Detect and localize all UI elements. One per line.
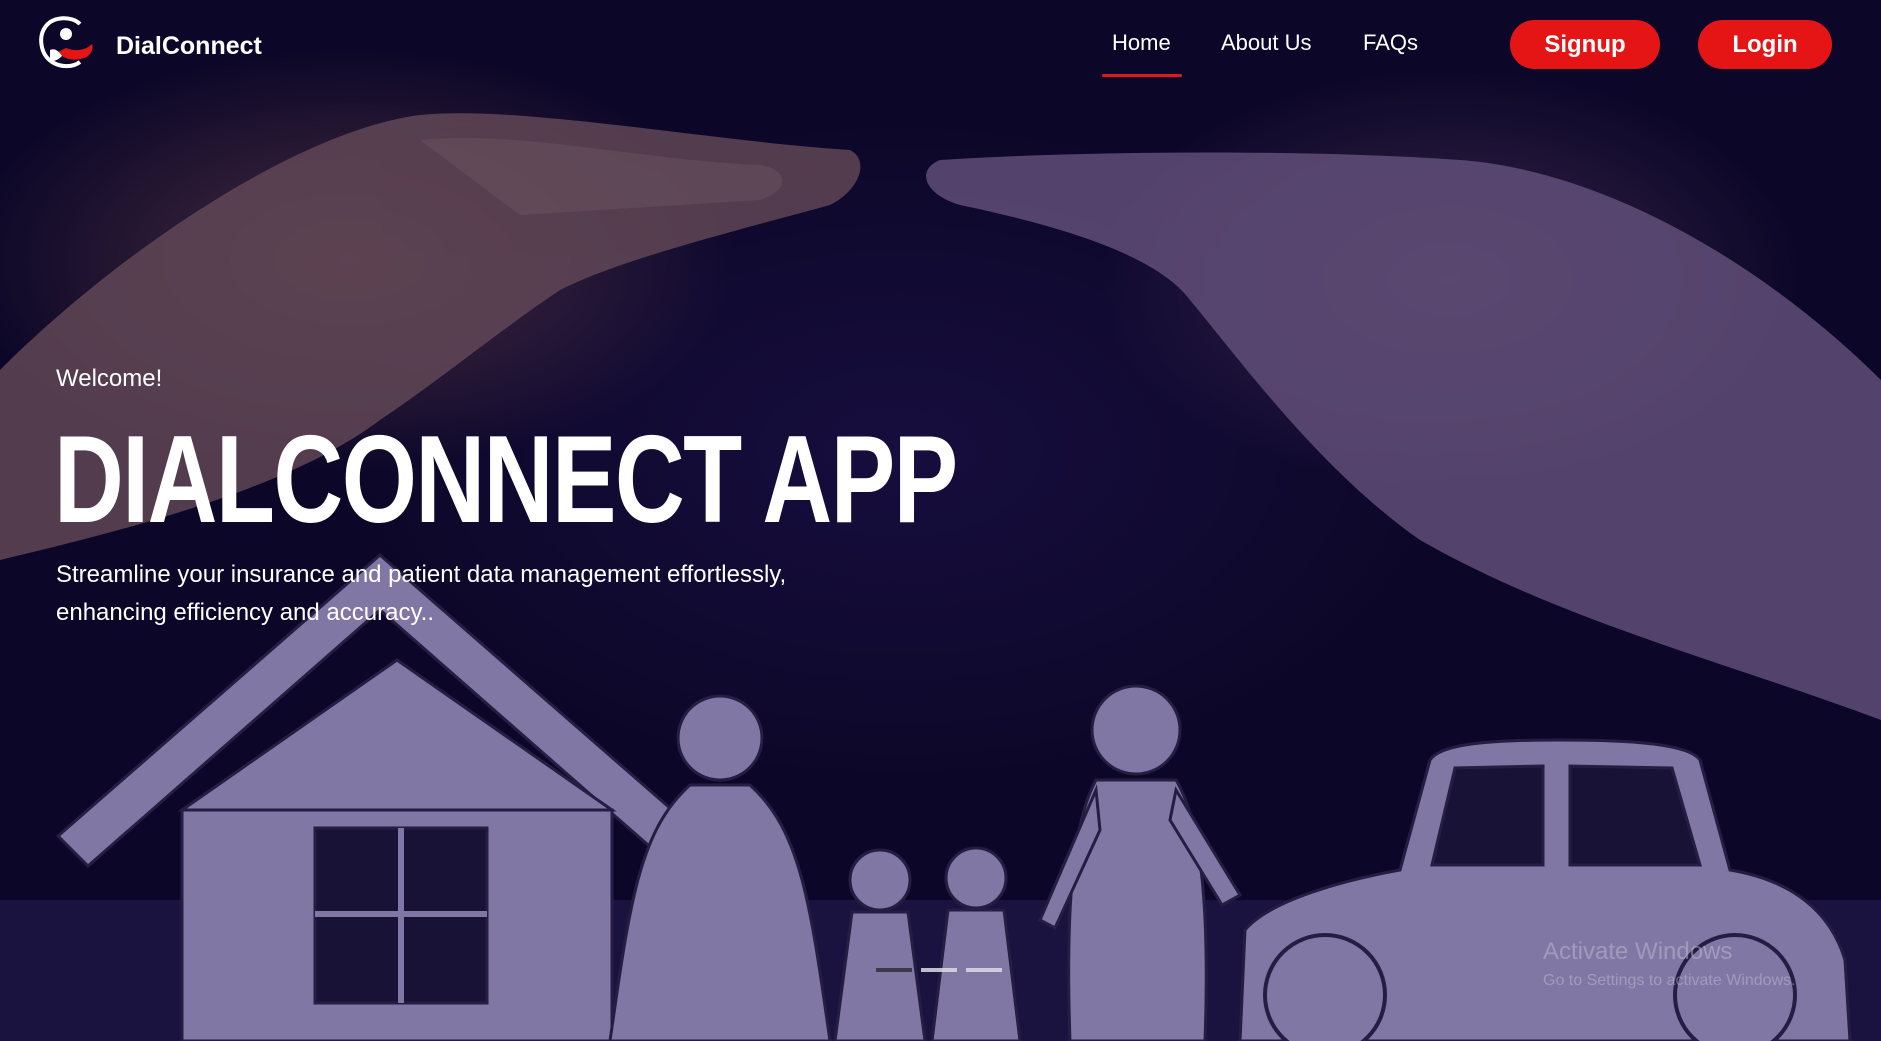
hero-title: DIALCONNECT APP — [54, 411, 958, 549]
hero-section: DialConnect Home About Us FAQs Signup Lo… — [0, 0, 1881, 1041]
active-nav-indicator — [1102, 74, 1182, 77]
carousel-indicator-2[interactable] — [921, 968, 957, 972]
carousel-indicators — [876, 968, 1006, 974]
top-navbar: DialConnect Home About Us FAQs Signup Lo… — [0, 0, 1881, 92]
login-button[interactable]: Login — [1698, 20, 1832, 69]
carousel-indicator-1[interactable] — [876, 968, 912, 972]
carousel-indicator-3[interactable] — [966, 968, 1002, 972]
nav-faqs-link[interactable]: FAQs — [1363, 30, 1418, 56]
nav-home-link[interactable]: Home — [1112, 30, 1171, 56]
hand-heart-logo-icon — [39, 16, 93, 69]
hero-description: Streamline your insurance and patient da… — [56, 561, 787, 626]
windows-activation-watermark: Activate Windows Go to Settings to activ… — [1543, 938, 1796, 990]
brand-name: DialConnect — [116, 32, 262, 60]
watermark-title: Activate Windows — [1543, 938, 1733, 965]
brand[interactable]: DialConnect — [36, 14, 262, 72]
welcome-text: Welcome! — [56, 365, 163, 392]
signup-button[interactable]: Signup — [1510, 20, 1660, 69]
nav-about-link[interactable]: About Us — [1221, 30, 1312, 56]
watermark-subtitle: Go to Settings to activate Windows. — [1543, 972, 1796, 989]
